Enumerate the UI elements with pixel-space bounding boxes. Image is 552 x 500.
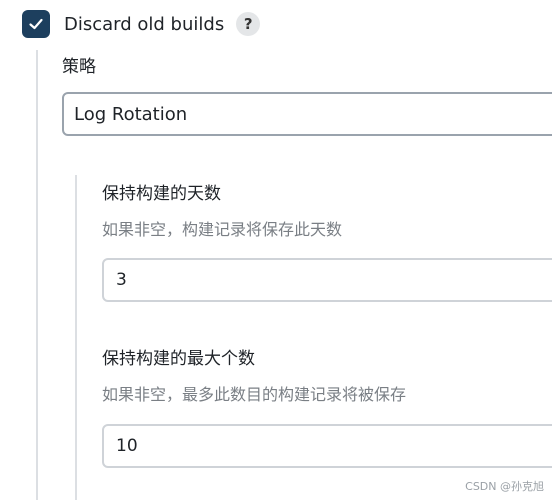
days-to-keep-input[interactable]	[102, 258, 552, 302]
discard-old-builds-row: Discard old builds ?	[22, 10, 261, 38]
help-icon[interactable]: ?	[236, 12, 261, 36]
max-builds-label: 保持构建的最大个数	[102, 349, 255, 369]
strategy-selected-value: Log Rotation	[74, 103, 188, 125]
strategy-select[interactable]: Log Rotation	[62, 92, 552, 136]
discard-builds-config: Discard old builds ? 策略 Log Rotation 保持构…	[0, 0, 552, 500]
max-builds-hint: 如果非空，最多此数目的构建记录将被保存	[102, 385, 407, 404]
watermark: CSDN @孙克旭	[465, 480, 544, 493]
strategy-label: 策略	[62, 57, 96, 77]
days-to-keep-label: 保持构建的天数	[102, 184, 221, 204]
section-guide-line	[36, 50, 38, 500]
days-to-keep-hint: 如果非空，构建记录将保存此天数	[102, 220, 343, 239]
max-builds-input[interactable]	[102, 424, 552, 468]
strategy-options-guide-line	[75, 175, 77, 500]
discard-old-builds-label[interactable]: Discard old builds	[64, 14, 224, 35]
discard-old-builds-checkbox[interactable]	[22, 10, 50, 38]
check-icon	[29, 18, 43, 30]
